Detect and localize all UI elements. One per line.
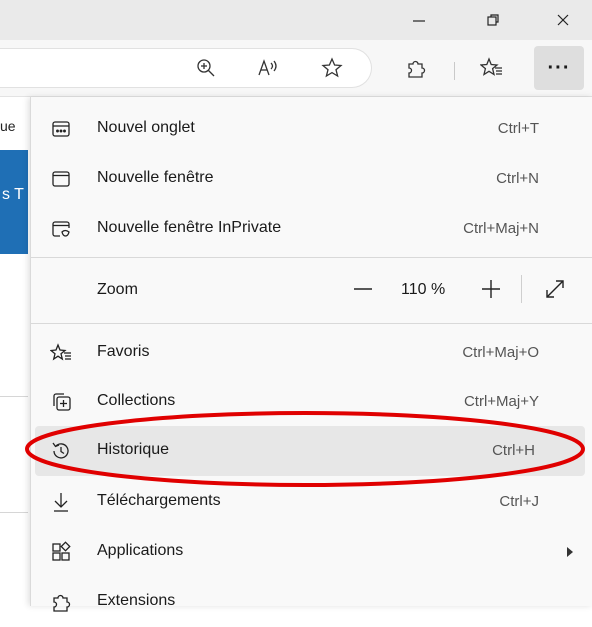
new-tab-icon bbox=[49, 117, 73, 141]
menu-item-history[interactable]: Historique Ctrl+H bbox=[35, 426, 585, 476]
favorites-icon bbox=[49, 341, 73, 365]
minus-icon bbox=[354, 288, 372, 290]
minimize-button[interactable] bbox=[396, 0, 442, 40]
menu-item-shortcut: Ctrl+H bbox=[492, 442, 535, 459]
menu-item-shortcut: Ctrl+Maj+N bbox=[463, 220, 539, 237]
history-icon bbox=[49, 439, 73, 463]
menu-item-collections[interactable]: Collections Ctrl+Maj+Y bbox=[31, 377, 592, 427]
submenu-arrow-icon bbox=[567, 547, 573, 557]
star-icon bbox=[321, 57, 343, 78]
minimize-icon bbox=[413, 20, 425, 22]
menu-item-label: Nouvel onglet bbox=[97, 119, 195, 136]
menu-item-label: Téléchargements bbox=[97, 492, 221, 509]
menu-item-downloads[interactable]: Téléchargements Ctrl+J bbox=[31, 477, 592, 527]
menu-item-shortcut: Ctrl+T bbox=[497, 120, 539, 137]
menu-item-label: Extensions bbox=[97, 592, 176, 609]
menu-item-extensions[interactable]: Extensions bbox=[31, 577, 592, 627]
settings-menu: Nouvel onglet Ctrl+T Nouvelle fenêtre Ct… bbox=[30, 97, 592, 612]
restore-icon bbox=[487, 14, 499, 26]
extensions-icon bbox=[49, 590, 73, 614]
zoom-out-button[interactable] bbox=[349, 275, 377, 303]
puzzle-icon bbox=[408, 60, 426, 78]
menu-item-apps[interactable]: Applications bbox=[31, 527, 592, 577]
page-divider bbox=[0, 512, 28, 513]
page-banner-text: s T bbox=[2, 186, 24, 203]
add-favorite-button[interactable] bbox=[314, 50, 350, 86]
page-divider bbox=[0, 396, 28, 397]
menu-item-label: Historique bbox=[97, 441, 170, 458]
menu-item-label: Collections bbox=[97, 392, 176, 409]
close-icon bbox=[557, 14, 569, 26]
title-bar bbox=[0, 0, 592, 40]
download-icon bbox=[49, 490, 73, 514]
collections-icon bbox=[49, 390, 73, 414]
menu-item-favorites[interactable]: Favoris Ctrl+Maj+O bbox=[31, 328, 592, 378]
menu-item-shortcut: Ctrl+N bbox=[496, 170, 539, 187]
close-button[interactable] bbox=[540, 0, 586, 40]
menu-item-label: Applications bbox=[97, 542, 184, 559]
favorites-list-icon bbox=[480, 57, 502, 76]
fullscreen-button[interactable] bbox=[541, 275, 569, 303]
fullscreen-icon bbox=[546, 280, 564, 298]
menu-item-shortcut: Ctrl+Maj+Y bbox=[463, 393, 539, 410]
page-text-fragment: ue bbox=[0, 118, 16, 134]
menu-item-new-inprivate-window[interactable]: Nouvelle fenêtre InPrivate Ctrl+Maj+N bbox=[31, 204, 592, 254]
extensions-button[interactable] bbox=[398, 50, 434, 86]
menu-item-new-tab[interactable]: Nouvel onglet Ctrl+T bbox=[31, 104, 592, 154]
read-aloud-button[interactable] bbox=[250, 50, 286, 86]
zoom-level: 110 % bbox=[401, 281, 446, 298]
restore-button[interactable] bbox=[470, 0, 516, 40]
settings-more-button[interactable]: ··· bbox=[534, 46, 584, 90]
menu-divider bbox=[31, 323, 592, 324]
apps-icon bbox=[49, 540, 73, 564]
zoom-separator bbox=[521, 275, 522, 303]
menu-item-shortcut: Ctrl+Maj+O bbox=[462, 344, 539, 361]
zoom-in-icon bbox=[197, 59, 215, 77]
zoom-indicator-button[interactable] bbox=[188, 50, 224, 86]
read-aloud-icon bbox=[258, 59, 277, 76]
menu-item-label: Nouvelle fenêtre InPrivate bbox=[97, 219, 282, 236]
menu-item-shortcut: Ctrl+J bbox=[499, 493, 539, 510]
browser-toolbar: ··· bbox=[0, 40, 592, 97]
zoom-in-button[interactable] bbox=[477, 275, 505, 303]
zoom-label: Zoom bbox=[97, 281, 138, 298]
menu-item-label: Nouvelle fenêtre bbox=[97, 169, 214, 186]
zoom-row: Zoom 110 % bbox=[31, 259, 592, 321]
toolbar-separator bbox=[454, 62, 455, 80]
menu-divider bbox=[31, 257, 592, 258]
inprivate-icon bbox=[49, 217, 73, 241]
menu-item-label: Favoris bbox=[97, 343, 150, 360]
plus-icon bbox=[482, 280, 500, 298]
menu-item-new-window[interactable]: Nouvelle fenêtre Ctrl+N bbox=[31, 154, 592, 204]
new-window-icon bbox=[49, 167, 73, 191]
favorites-button[interactable] bbox=[474, 50, 510, 86]
